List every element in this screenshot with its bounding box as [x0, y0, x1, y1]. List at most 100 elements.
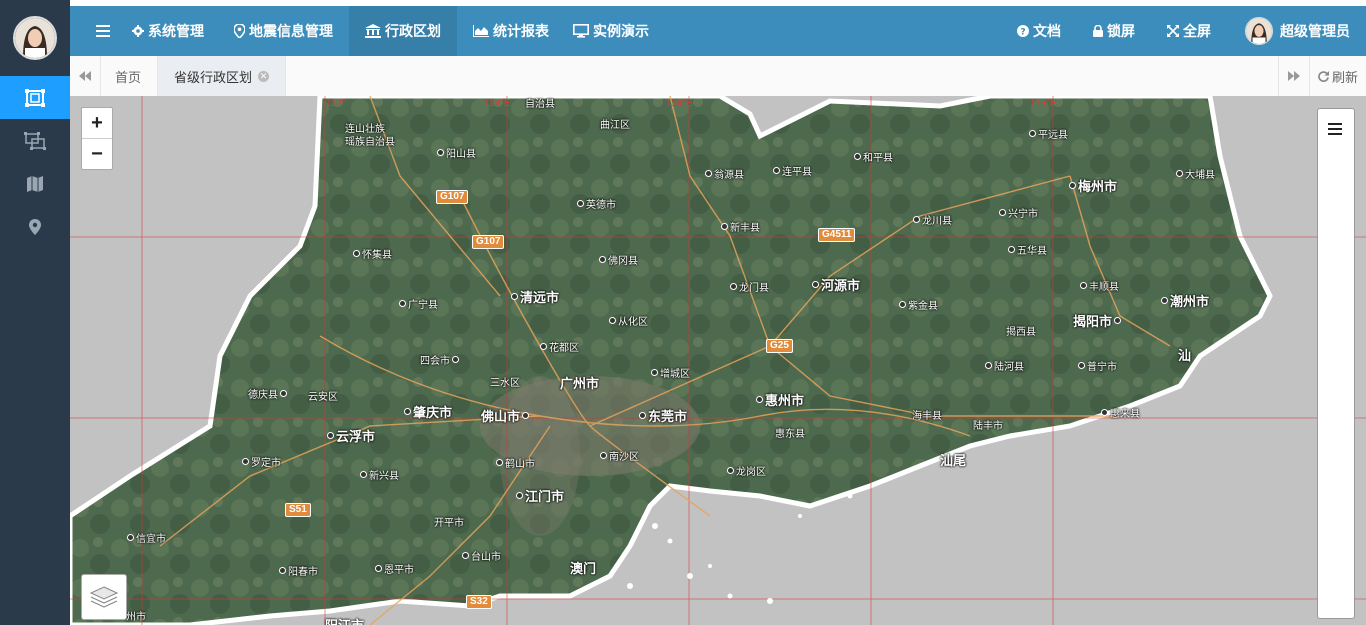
city-label: 东莞市: [639, 406, 687, 425]
gear-icon: [132, 25, 144, 37]
nav-label: 系统管理: [148, 23, 204, 39]
city-label: 广州市: [560, 376, 600, 391]
city-label: 丰顺县: [1080, 278, 1119, 293]
zoom-out-button[interactable]: −: [82, 138, 112, 169]
nav-label: 实例演示: [593, 23, 649, 39]
city-label: 惠州市: [756, 390, 804, 409]
road-shield: S51: [285, 503, 311, 517]
nav-demo[interactable]: 实例演示: [565, 6, 665, 56]
city-label: 州市: [126, 612, 146, 623]
city-label: 龙川县: [913, 212, 952, 227]
close-icon[interactable]: ✕: [258, 70, 270, 82]
tab-label: 首页: [115, 69, 142, 85]
nav-label: 地震信息管理: [249, 23, 333, 39]
city-label: 澳门: [570, 561, 597, 576]
zoom-control: + −: [81, 107, 113, 170]
city-label: 恩平市: [375, 561, 414, 576]
tab-province-divisions[interactable]: 省级行政区划 ✕: [158, 56, 287, 96]
road-shield: G107: [436, 190, 469, 204]
refresh-label: 刷新: [1331, 69, 1358, 85]
city-label: 汕尾: [940, 453, 967, 468]
city-label: 三水区: [490, 378, 520, 389]
city-label: 罗定市: [242, 454, 281, 469]
city-label: 清远市: [511, 287, 559, 306]
city-label: 龙岗区: [727, 463, 766, 478]
city-label: 揭阳市: [1073, 311, 1123, 330]
city-label: 瑶族自治县: [345, 137, 395, 148]
city-label: 兴宁市: [999, 205, 1038, 220]
city-label: 新丰县: [721, 219, 760, 234]
city-label: 肇庆市: [404, 402, 452, 421]
menu-toggle-button[interactable]: [70, 6, 132, 56]
sidebar-item-object-group[interactable]: [0, 76, 70, 119]
city-label: 惠东县: [775, 429, 805, 440]
nav-system-management[interactable]: 系统管理: [132, 6, 218, 56]
lock-label: 锁屏: [1107, 23, 1135, 39]
bars-icon: [96, 25, 110, 37]
city-label: 汕: [1178, 348, 1192, 363]
sidebar-item-map-pin[interactable]: [0, 205, 70, 248]
map-icon: [27, 175, 43, 192]
city-label: 台山市: [462, 548, 501, 563]
city-label: 开平市: [434, 518, 464, 529]
city-label: 云安区: [308, 392, 338, 403]
hamburger-icon[interactable]: [1328, 123, 1342, 135]
city-label: 怀集县: [353, 246, 392, 261]
user-name: 超级管理员: [1280, 23, 1350, 39]
expand-icon: [1167, 25, 1179, 37]
city-label: 连平县: [773, 163, 812, 178]
area-chart-icon: [473, 25, 489, 37]
user-avatar: [1245, 17, 1273, 45]
road-shield: S32: [466, 595, 492, 609]
refresh-button[interactable]: 刷新: [1310, 56, 1366, 96]
map-view[interactable]: 112° 113°E 114°E 115°E G107 G107 G4511 G…: [70, 96, 1366, 625]
city-label: 佛冈县: [599, 252, 638, 267]
nav-label: 行政区划: [385, 23, 441, 39]
layer-switcher-button[interactable]: [81, 574, 127, 620]
city-label: 大埔县: [1176, 166, 1215, 181]
lock-screen-button[interactable]: 锁屏: [1077, 6, 1151, 56]
city-label: 新兴县: [360, 467, 399, 482]
city-label: 从化区: [609, 313, 648, 328]
city-label: 五华县: [1008, 242, 1047, 257]
city-label: 紫金县: [899, 297, 938, 312]
map-pin-icon: [29, 218, 41, 235]
avatar[interactable]: [13, 16, 57, 60]
tabs-bar: 首页 省级行政区划 ✕ 刷新: [70, 56, 1366, 97]
svg-text:?: ?: [1020, 28, 1025, 38]
sidebar-item-map[interactable]: [0, 162, 70, 205]
city-label: 惠来县: [1101, 405, 1140, 420]
nav-earthquake-info[interactable]: 地震信息管理: [218, 6, 349, 56]
tabs-scroll-right-button[interactable]: [1277, 56, 1310, 96]
docs-button[interactable]: ? 文档: [1001, 6, 1077, 56]
nav-statistics-reports[interactable]: 统计报表: [457, 6, 565, 56]
city-label: 平远县: [1029, 126, 1068, 141]
nav-administrative-divisions[interactable]: 行政区划: [349, 6, 457, 56]
zoom-in-button[interactable]: +: [82, 108, 112, 138]
map-marker-icon: [234, 24, 245, 38]
city-label: 龙门县: [730, 279, 769, 294]
sidebar-item-object-ungroup[interactable]: [0, 119, 70, 162]
city-label: 陆丰市: [973, 421, 1003, 432]
city-label: 揭西县: [1006, 327, 1036, 338]
city-label: 英德市: [577, 196, 616, 211]
sidebar-avatar-wrap: [0, 0, 70, 76]
grid-label: 112°: [326, 98, 346, 109]
tabs-scroll-left-button[interactable]: [70, 56, 101, 96]
city-label: 云浮市: [327, 426, 375, 445]
fullscreen-label: 全屏: [1183, 23, 1211, 39]
backward-icon: [79, 71, 91, 81]
city-label: 阳春市: [279, 563, 318, 578]
city-label: 海丰县: [912, 411, 942, 422]
city-label: 翁源县: [705, 166, 744, 181]
desktop-icon: [573, 24, 589, 38]
city-label: 阳山县: [437, 145, 476, 160]
city-label: 鹤山市: [496, 455, 535, 470]
fullscreen-button[interactable]: 全屏: [1151, 6, 1227, 56]
user-menu[interactable]: 超级管理员: [1227, 6, 1366, 56]
object-ungroup-icon: [24, 131, 46, 150]
city-label: 南沙区: [600, 448, 639, 463]
layer-panel: [1317, 108, 1355, 619]
tab-home[interactable]: 首页: [101, 56, 159, 96]
institution-icon: [365, 24, 381, 38]
